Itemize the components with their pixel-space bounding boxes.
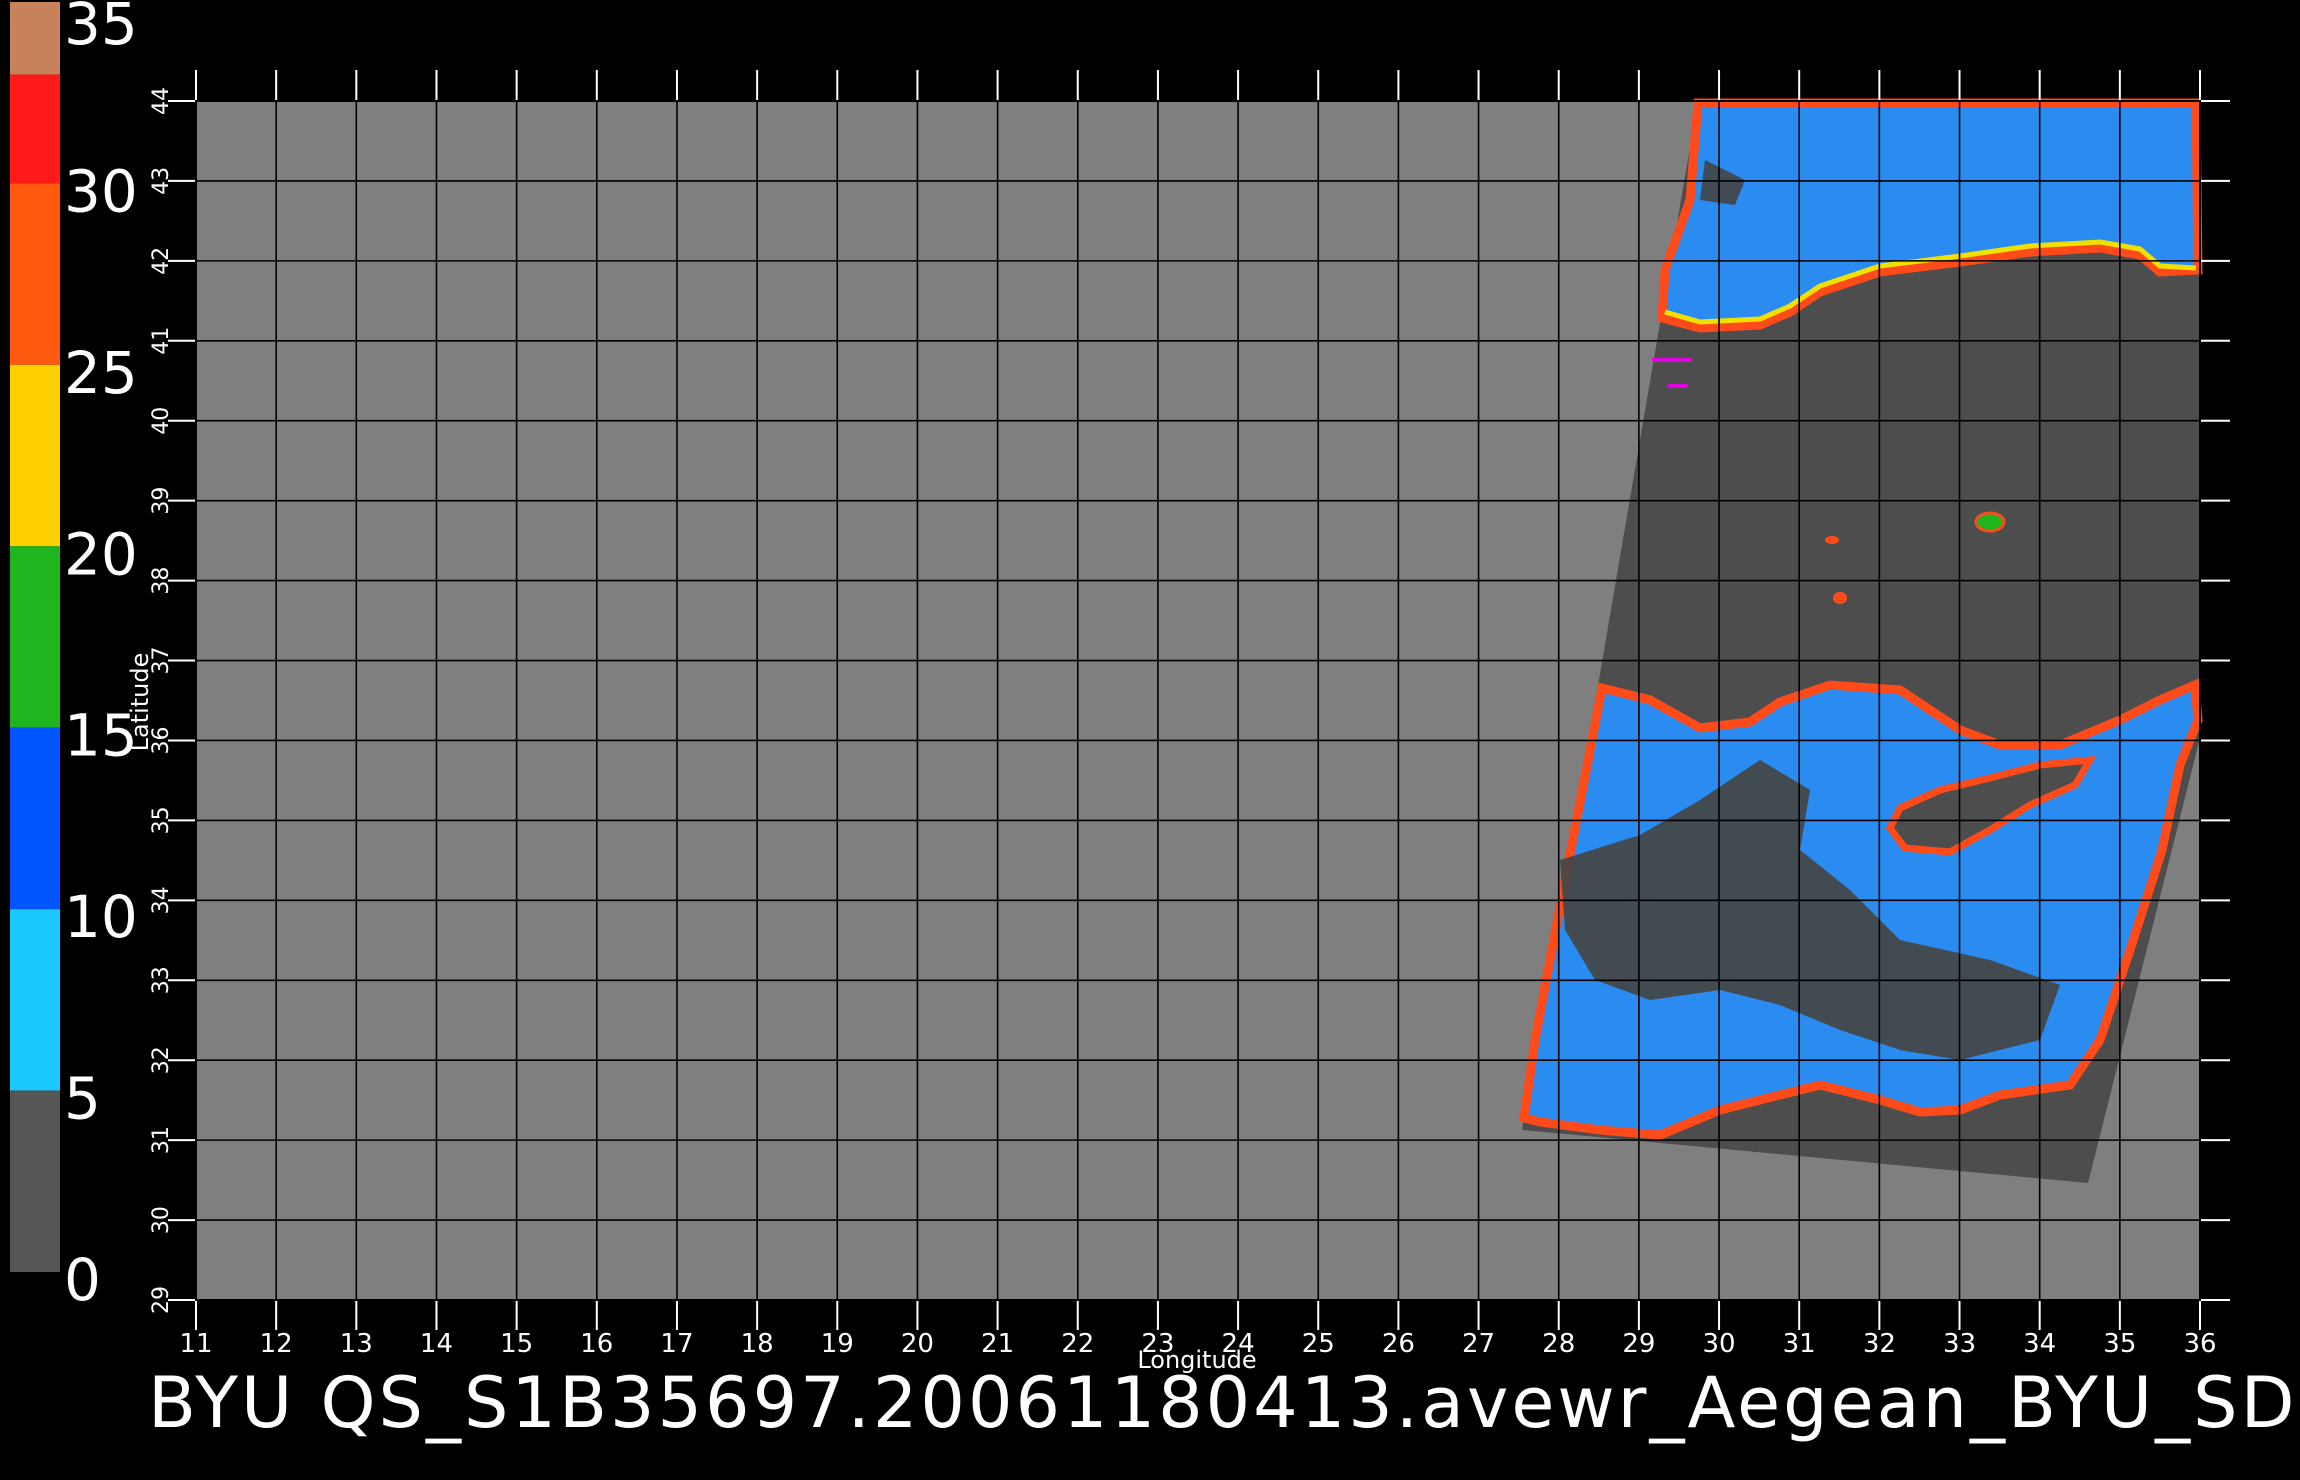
island-marker xyxy=(1668,384,1688,388)
colorbar-segment xyxy=(10,183,60,365)
x-tick-label: 29 xyxy=(1622,1329,1655,1359)
y-tick-label: 34 xyxy=(149,886,174,914)
x-tick-label: 28 xyxy=(1542,1329,1575,1359)
y-tick-label: 32 xyxy=(149,1046,174,1074)
colorbar-segment xyxy=(10,1090,60,1272)
x-tick-label: 32 xyxy=(1863,1329,1896,1359)
x-tick-label: 16 xyxy=(580,1329,613,1359)
wind-map-figure: 35302520151050 11 12 13 14 15 16 17 18 19 20 21 22 2… xyxy=(0,0,2300,1480)
x-tick-label: 20 xyxy=(901,1329,934,1359)
island-marker xyxy=(1833,592,1847,604)
x-tick-label: 18 xyxy=(741,1329,774,1359)
colorbar-segment xyxy=(10,909,60,1091)
x-tick-label: 34 xyxy=(2023,1329,2056,1359)
island-marker xyxy=(1825,536,1839,544)
y-tick-label: 43 xyxy=(149,167,174,195)
y-tick-label: 41 xyxy=(149,327,174,355)
colorbar-label: 35 xyxy=(64,0,138,58)
x-tick-label: 15 xyxy=(500,1329,533,1359)
x-tick-label: 21 xyxy=(981,1329,1014,1359)
x-tick-label: 25 xyxy=(1302,1329,1335,1359)
y-tick-label: 29 xyxy=(149,1286,174,1314)
x-tick-label: 17 xyxy=(660,1329,693,1359)
x-tick-label: 14 xyxy=(420,1329,453,1359)
colorbar-label: 20 xyxy=(64,520,138,588)
colorbar-segment xyxy=(10,546,60,728)
island-marker xyxy=(1652,358,1692,362)
colorbar-segment xyxy=(10,727,60,910)
x-tick-label: 36 xyxy=(2183,1329,2216,1359)
colorbar-segment xyxy=(10,2,60,75)
map-panel: 11 12 13 14 15 16 17 18 19 20 21 22 23 24 25 26 27 28 29 30… xyxy=(126,70,2230,1374)
y-tick-label: 42 xyxy=(149,247,174,275)
y-tick-label: 33 xyxy=(149,966,174,994)
colorbar-label: 0 xyxy=(64,1246,101,1314)
x-tick-label: 22 xyxy=(1061,1329,1094,1359)
island-marker xyxy=(1974,511,2006,533)
x-tick-label: 12 xyxy=(260,1329,293,1359)
y-tick-label: 30 xyxy=(149,1206,174,1234)
x-tick-label: 27 xyxy=(1462,1329,1495,1359)
x-tick-label: 30 xyxy=(1702,1329,1735,1359)
y-tick-label: 31 xyxy=(149,1126,174,1154)
colorbar-segment xyxy=(10,364,60,547)
x-tick-label: 11 xyxy=(179,1329,212,1359)
y-tick-label: 35 xyxy=(149,806,174,834)
x-tick-label: 31 xyxy=(1783,1329,1816,1359)
colorbar-label: 10 xyxy=(64,883,138,951)
x-tick-label: 13 xyxy=(340,1329,373,1359)
x-tick-label: 19 xyxy=(821,1329,854,1359)
y-axis-label: Latitude xyxy=(126,653,154,752)
colorbar-label: 5 xyxy=(64,1065,101,1133)
x-tick-label: 35 xyxy=(2103,1329,2136,1359)
file-caption: BYU QS_S1B35697.20061180413.avewr_Aegean… xyxy=(148,1362,2300,1444)
y-tick-label: 40 xyxy=(149,407,174,435)
colorbar-label: 25 xyxy=(64,339,138,407)
colorbar-segment xyxy=(10,74,60,184)
y-tick-label: 44 xyxy=(149,87,174,115)
x-tick-label: 33 xyxy=(1943,1329,1976,1359)
colorbar-label: 30 xyxy=(64,157,138,225)
y-tick-label: 39 xyxy=(149,487,174,515)
y-tick-label: 38 xyxy=(149,567,174,595)
x-tick-label: 26 xyxy=(1382,1329,1415,1359)
